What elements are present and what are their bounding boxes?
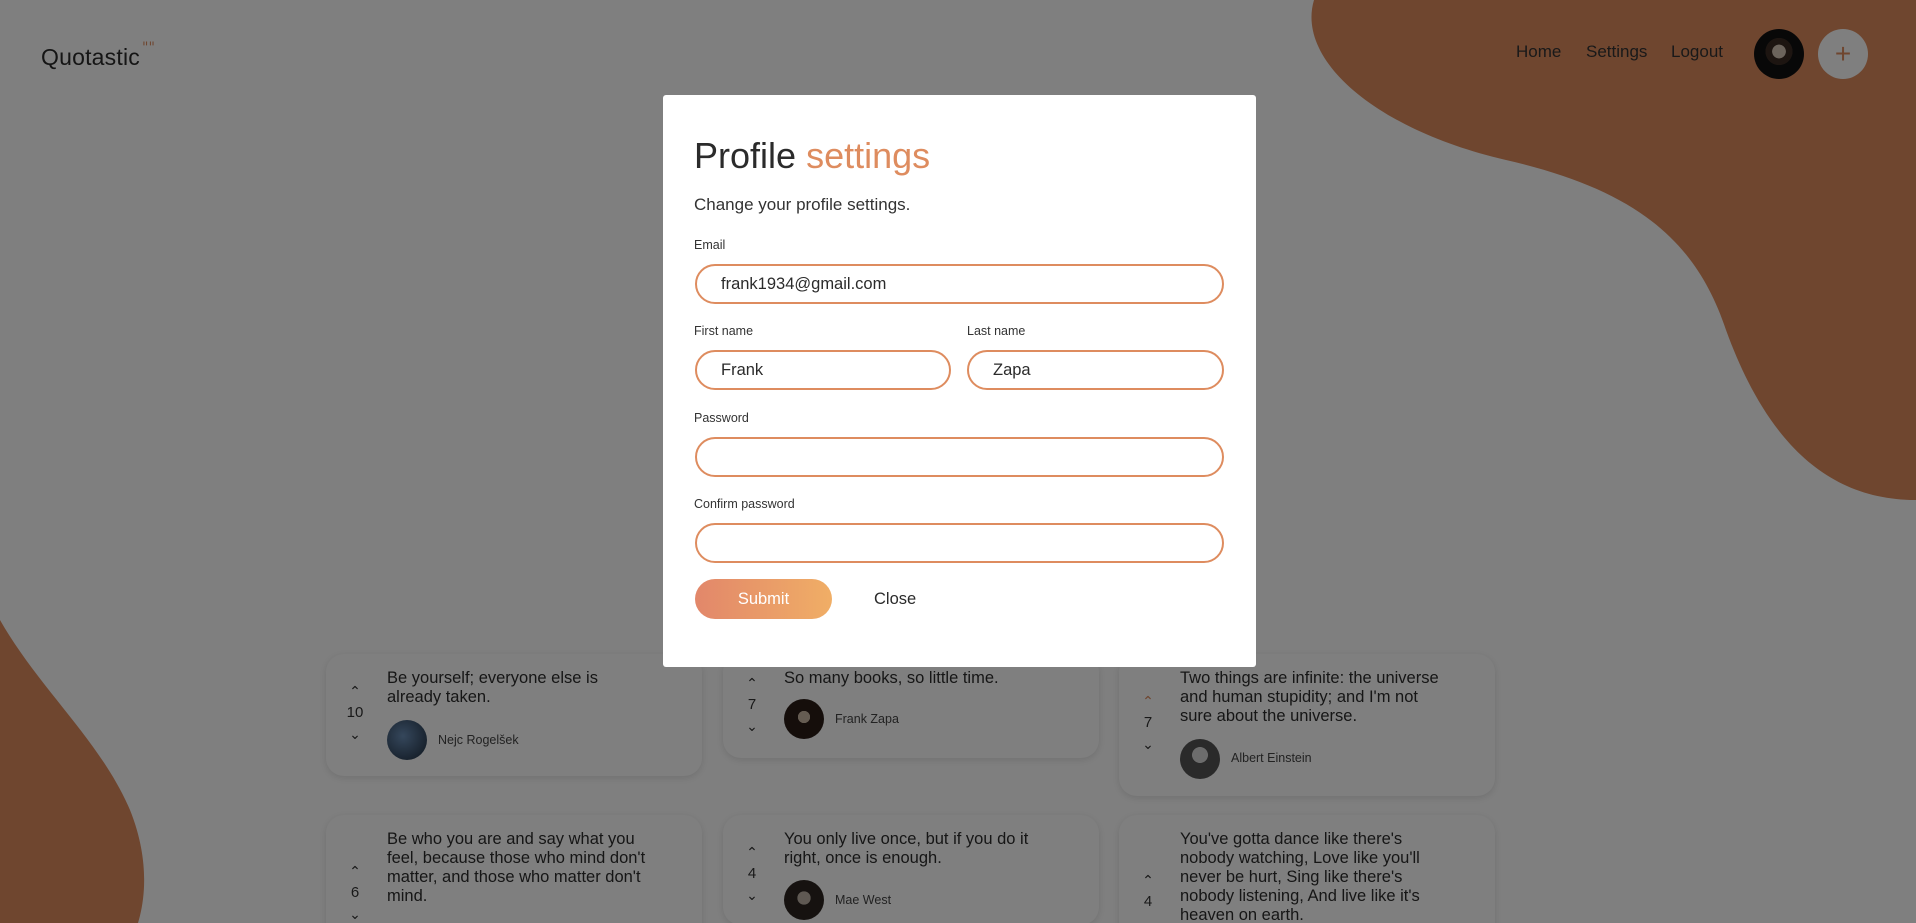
confirm-password-label: Confirm password: [694, 497, 795, 511]
modal-title-accent: settings: [806, 135, 931, 176]
first-name-label: First name: [694, 324, 754, 338]
password-field[interactable]: [695, 437, 1224, 477]
last-name-label: Last name: [967, 324, 1026, 338]
confirm-password-field[interactable]: [695, 523, 1224, 563]
submit-button[interactable]: Submit: [695, 579, 832, 619]
first-name-field[interactable]: Frank: [695, 350, 951, 390]
last-name-field[interactable]: Zapa: [967, 350, 1224, 390]
password-label: Password: [694, 411, 749, 425]
modal-title: Profile settings: [694, 135, 930, 177]
modal-subtitle: Change your profile settings.: [694, 195, 911, 214]
email-label: Email: [694, 238, 726, 252]
email-field[interactable]: frank1934@gmail.com: [695, 264, 1224, 304]
close-button[interactable]: Close: [874, 590, 916, 609]
profile-settings-modal: Profile settings Change your profile set…: [663, 95, 1256, 667]
modal-title-main: Profile: [694, 135, 797, 176]
